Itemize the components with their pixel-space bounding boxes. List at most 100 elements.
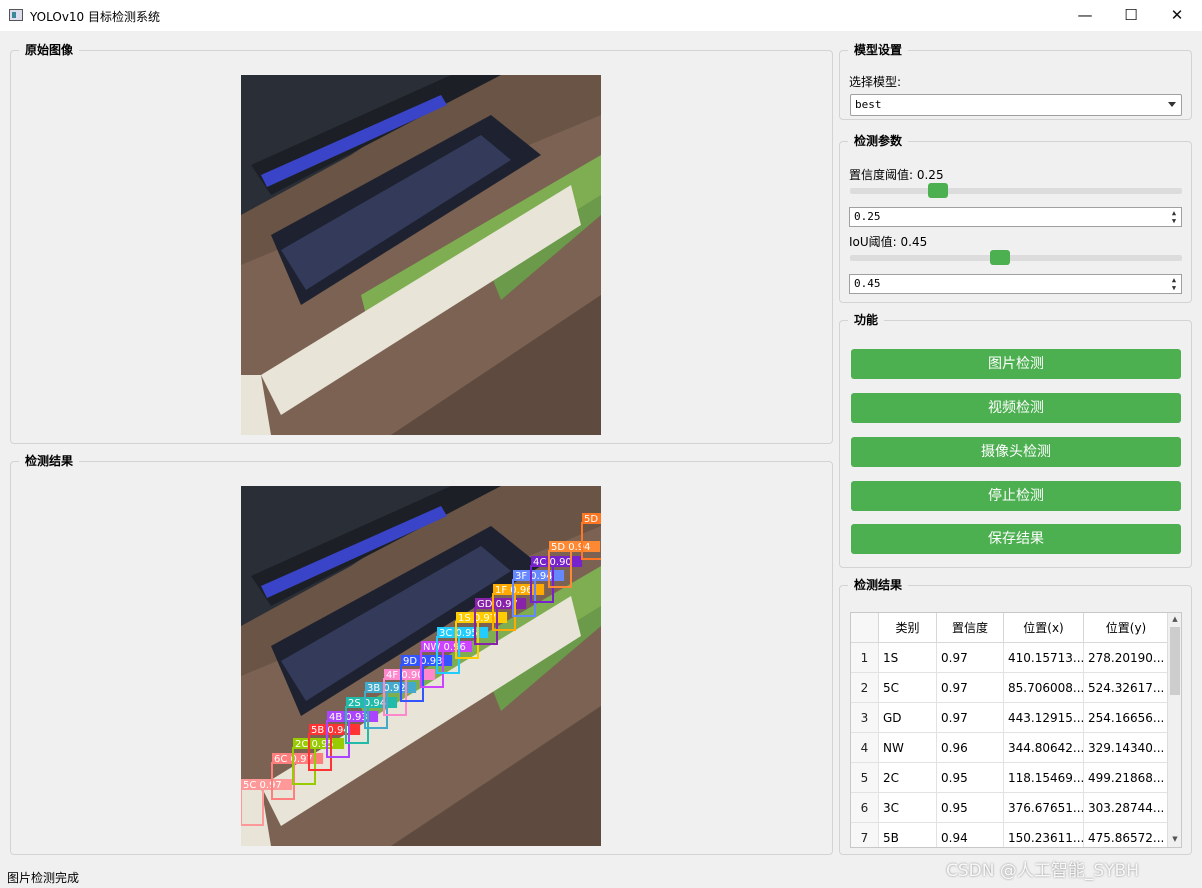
header-confidence[interactable]: 置信度 [937, 613, 1004, 642]
detection-params-group: 检测参数 置信度阈值: 0.25 0.25 ▲ ▼ IoU阈值: 0.45 0.… [839, 133, 1192, 303]
iou-spinbox-value: 0.45 [854, 277, 881, 290]
table-scrollbar[interactable]: ▲ ▼ [1167, 613, 1181, 847]
spin-up-icon[interactable]: ▲ [1169, 209, 1179, 217]
conf-spinbox-value: 0.25 [854, 210, 881, 223]
table-row[interactable]: 6 3C 0.95 376.67651... 303.28744... [851, 793, 1169, 823]
table-cell-x[interactable]: 376.67651... [1004, 793, 1084, 822]
minimize-button[interactable]: — [1062, 0, 1108, 31]
window-title: YOLOv10 目标检测系统 [30, 10, 161, 24]
table-cell-cls[interactable]: NW [879, 733, 937, 762]
table-cell-y[interactable]: 524.32617... [1084, 673, 1169, 702]
iou-threshold-label: IoU阈值: 0.45 [849, 235, 928, 249]
result-table[interactable]: 类别 置信度 位置(x) 位置(y) 1 1S 0.97 410.15713... 27… [850, 612, 1182, 848]
row-number[interactable]: 4 [851, 733, 879, 762]
row-number[interactable]: 7 [851, 823, 879, 847]
table-cell-cls[interactable]: 2C [879, 763, 937, 792]
table-cell-conf[interactable]: 0.95 [937, 793, 1004, 822]
scroll-down-icon[interactable]: ▼ [1168, 835, 1181, 843]
result-table-title: 检测结果 [848, 577, 909, 593]
original-image-title: 原始图像 [19, 42, 80, 58]
detection-label: 5B 0.94 [311, 725, 350, 736]
result-image-group: 检测结果 5C 0.97 6C 0.97 2C 0.95 5B 0.94 4B 0.93… [10, 453, 833, 855]
header-class[interactable]: 类别 [879, 613, 937, 642]
model-settings-group: 模型设置 选择模型: best [839, 42, 1192, 120]
table-cell-conf[interactable]: 0.97 [937, 673, 1004, 702]
table-cell-x[interactable]: 85.706008... [1004, 673, 1084, 702]
iou-slider-handle[interactable] [990, 250, 1011, 265]
row-number[interactable]: 1 [851, 643, 879, 672]
table-cell-y[interactable]: 329.14340... [1084, 733, 1169, 762]
detection-params-title: 检测参数 [848, 133, 909, 149]
spin-down-icon[interactable]: ▼ [1169, 217, 1179, 225]
conf-spinbox[interactable]: 0.25 ▲ ▼ [849, 207, 1182, 227]
table-cell-cls[interactable]: 3C [879, 793, 937, 822]
result-image: 5C 0.976C 0.972C 0.955B 0.944B 0.932S 0.… [241, 486, 601, 846]
detection-label: 3B 0.92 [367, 683, 406, 694]
table-row[interactable]: 2 5C 0.97 85.706008... 524.32617... [851, 673, 1169, 703]
table-cell-conf[interactable]: 0.95 [937, 763, 1004, 792]
conf-slider[interactable] [850, 188, 1182, 194]
result-image-title: 检测结果 [19, 453, 80, 469]
model-select[interactable]: best [850, 94, 1182, 116]
conf-slider-handle[interactable] [928, 183, 948, 198]
table-row[interactable]: 4 NW 0.96 344.80642... 329.14340... [851, 733, 1169, 763]
table-cell-y[interactable]: 475.86572... [1084, 823, 1169, 847]
iou-slider[interactable] [850, 255, 1182, 261]
save-result-button[interactable]: 保存结果 [851, 524, 1181, 554]
iou-spinbox[interactable]: 0.45 ▲ ▼ [849, 274, 1182, 294]
table-cell-cls[interactable]: 5C [879, 673, 937, 702]
table-cell-x[interactable]: 150.23611... [1004, 823, 1084, 847]
table-cell-cls[interactable]: 1S [879, 643, 937, 672]
video-detect-button[interactable]: 视频检测 [851, 393, 1181, 423]
detection-label: 1S 0.97 [458, 613, 496, 624]
detection-label: 5D [584, 514, 598, 525]
detection-label: 5D 0.94 [551, 542, 591, 553]
image-detect-button[interactable]: 图片检测 [851, 349, 1181, 379]
maximize-button[interactable]: ☐ [1108, 0, 1154, 31]
table-cell-x[interactable]: 443.12915... [1004, 703, 1084, 732]
table-row[interactable]: 1 1S 0.97 410.15713... 278.20190... [851, 643, 1169, 673]
table-header: 类别 置信度 位置(x) 位置(y) [851, 613, 1169, 643]
table-cell-y[interactable]: 278.20190... [1084, 643, 1169, 672]
row-number[interactable]: 3 [851, 703, 879, 732]
header-position-x[interactable]: 位置(x) [1004, 613, 1084, 642]
detection-label: 2S 0.94 [348, 698, 386, 709]
model-select-label: 选择模型: [849, 75, 902, 89]
scrollbar-thumb[interactable] [1170, 627, 1180, 695]
detection-label: GD 0.97 [477, 599, 518, 610]
table-row[interactable]: 3 GD 0.97 443.12915... 254.16656... [851, 703, 1169, 733]
table-cell-x[interactable]: 118.15469... [1004, 763, 1084, 792]
table-cell-y[interactable]: 303.28744... [1084, 793, 1169, 822]
table-cell-y[interactable]: 254.16656... [1084, 703, 1169, 732]
function-title: 功能 [848, 312, 885, 328]
header-position-y[interactable]: 位置(y) [1084, 613, 1169, 642]
table-cell-x[interactable]: 410.15713... [1004, 643, 1084, 672]
detection-label: 3C 0.95 [439, 628, 478, 639]
row-number[interactable]: 5 [851, 763, 879, 792]
model-settings-title: 模型设置 [848, 42, 909, 58]
table-cell-conf[interactable]: 0.97 [937, 703, 1004, 732]
table-cell-x[interactable]: 344.80642... [1004, 733, 1084, 762]
camera-detect-button[interactable]: 摄像头检测 [851, 437, 1181, 467]
row-number[interactable]: 6 [851, 793, 879, 822]
chevron-down-icon[interactable] [1168, 102, 1176, 107]
table-row[interactable]: 5 2C 0.95 118.15469... 499.21868... [851, 763, 1169, 793]
model-select-value: best [855, 98, 882, 111]
conf-threshold-label: 置信度阈值: 0.25 [849, 168, 944, 182]
table-cell-conf[interactable]: 0.97 [937, 643, 1004, 672]
table-cell-y[interactable]: 499.21868... [1084, 763, 1169, 792]
table-row[interactable]: 7 5B 0.94 150.23611... 475.86572... [851, 823, 1169, 847]
app-icon [9, 9, 23, 21]
table-cell-cls[interactable]: 5B [879, 823, 937, 847]
close-button[interactable]: ✕ [1154, 0, 1200, 31]
table-cell-conf[interactable]: 0.94 [937, 823, 1004, 847]
table-cell-cls[interactable]: GD [879, 703, 937, 732]
stop-detect-button[interactable]: 停止检测 [851, 481, 1181, 511]
spin-up-icon[interactable]: ▲ [1169, 276, 1179, 284]
table-cell-conf[interactable]: 0.96 [937, 733, 1004, 762]
row-number[interactable]: 2 [851, 673, 879, 702]
detection-label: 4B 0.93 [329, 712, 368, 723]
spin-down-icon[interactable]: ▼ [1169, 284, 1179, 292]
detection-label: 3F 0.94 [515, 571, 553, 582]
scroll-up-icon[interactable]: ▲ [1168, 615, 1181, 623]
